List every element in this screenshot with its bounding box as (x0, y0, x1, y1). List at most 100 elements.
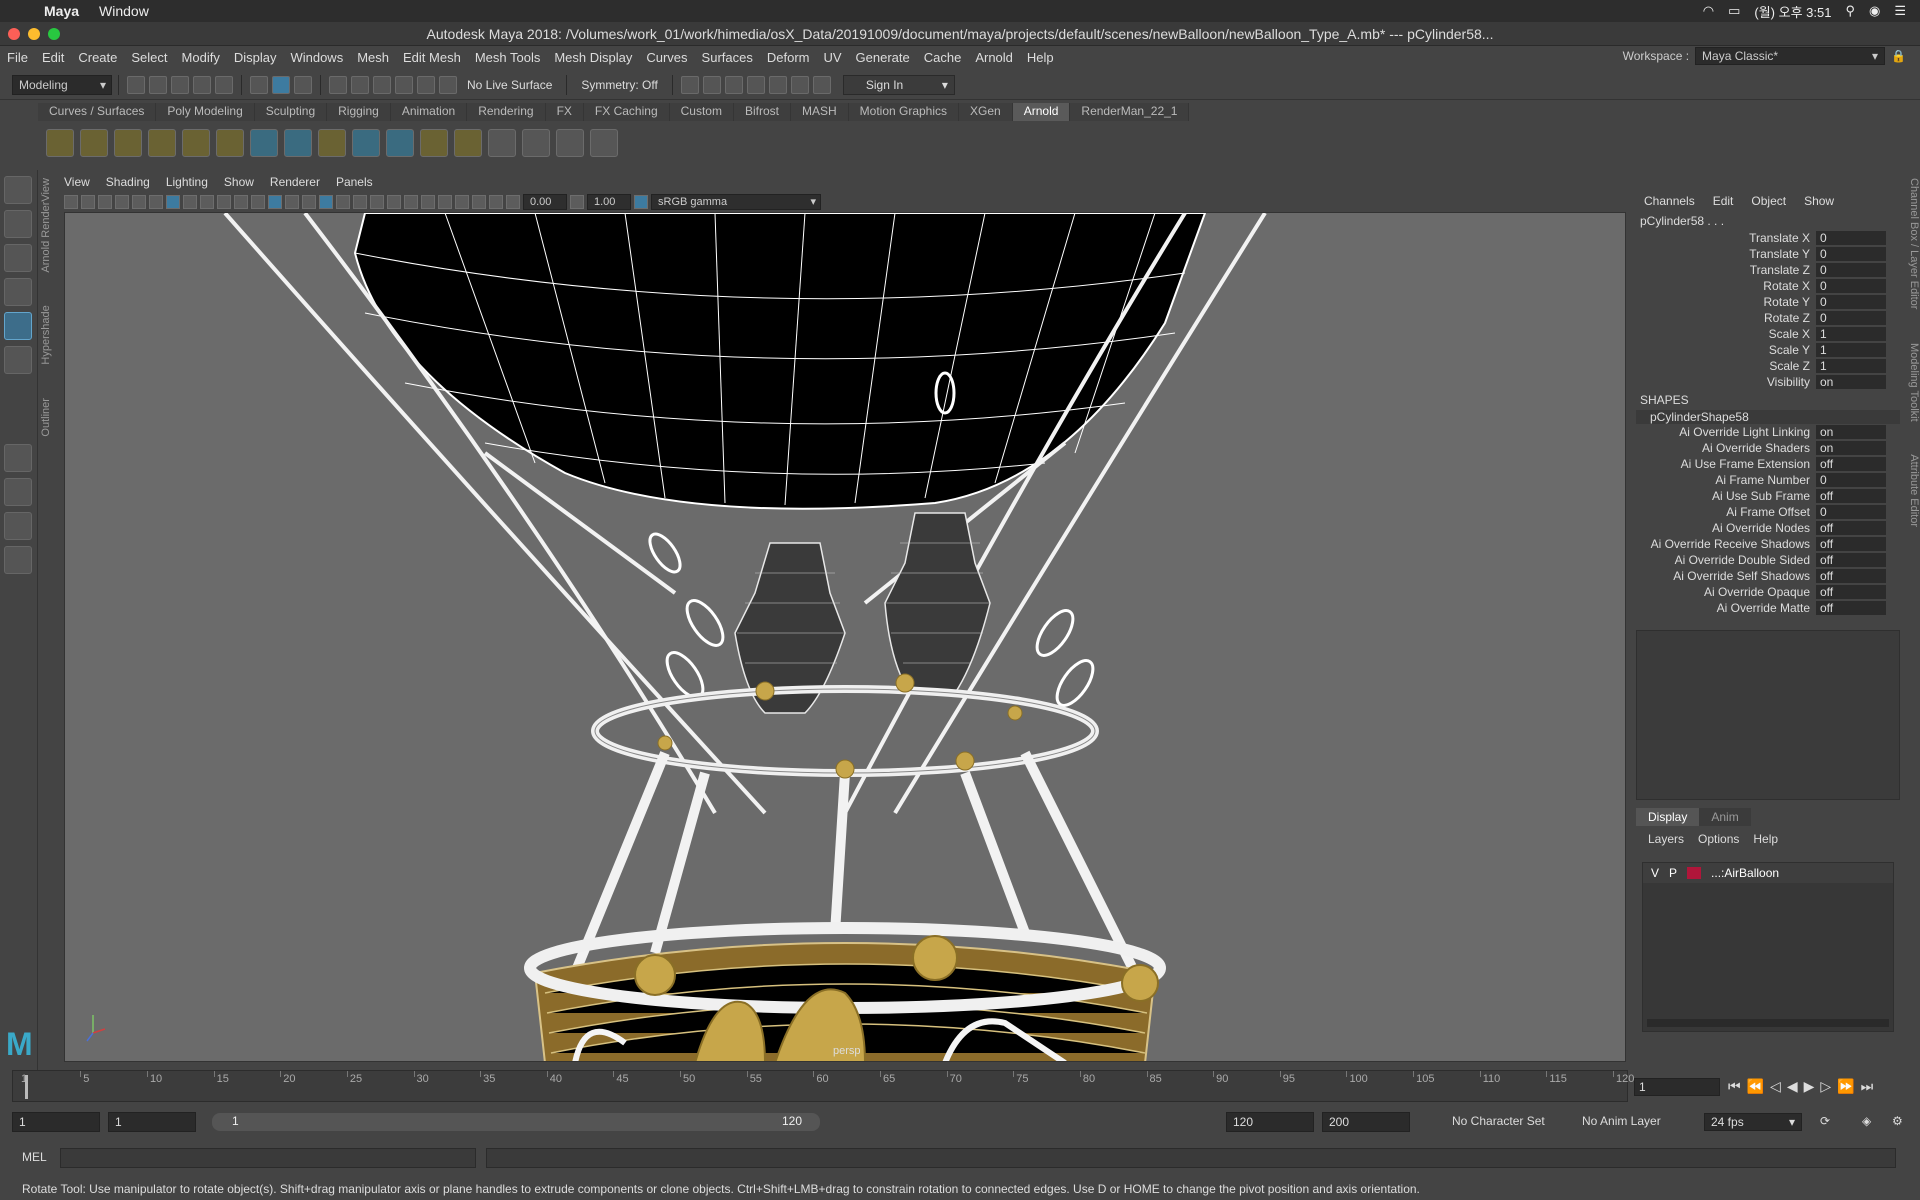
render-settings-icon[interactable] (746, 75, 765, 94)
export-standin-icon[interactable] (284, 129, 312, 157)
outliner-tab[interactable]: Outliner (40, 398, 52, 437)
arnold-renderview-tab[interactable]: Arnold RenderView (40, 178, 52, 273)
snap-grid-icon[interactable] (329, 75, 347, 94)
menu-windows[interactable]: Windows (283, 50, 350, 65)
view-transform-dropdown[interactable]: sRGB gamma (651, 194, 821, 210)
render-play-icon[interactable] (590, 129, 618, 157)
shelf-tab-mash[interactable]: MASH (790, 103, 849, 121)
workspace-dropdown[interactable]: Maya Classic* (1695, 47, 1886, 65)
menu-file[interactable]: File (0, 50, 35, 65)
layer-color-swatch[interactable] (1687, 867, 1702, 879)
menu-generate[interactable]: Generate (849, 50, 917, 65)
menu-deform[interactable]: Deform (760, 50, 817, 65)
layer-menu-help[interactable]: Help (1753, 832, 1778, 846)
mel-label[interactable]: MEL (22, 1150, 47, 1164)
wireframe-on-shaded-icon[interactable] (319, 195, 333, 209)
play-backwards-icon[interactable]: ◀ (1787, 1078, 1798, 1095)
four-view-icon[interactable] (4, 478, 32, 506)
layer-menu-layers[interactable]: Layers (1648, 832, 1684, 846)
menu-mesh-display[interactable]: Mesh Display (547, 50, 639, 65)
panel-menu-shading[interactable]: Shading (106, 175, 150, 191)
channel-value[interactable]: off (1816, 601, 1886, 615)
go-to-start-icon[interactable]: ⏮ (1728, 1078, 1741, 1095)
minimize-window-button[interactable] (28, 28, 40, 40)
anim-layer-dropdown[interactable]: No Anim Layer (1582, 1114, 1661, 1128)
cb-menu-edit[interactable]: Edit (1713, 194, 1734, 208)
lasso-tool-icon[interactable] (4, 210, 32, 238)
layer-row[interactable]: V P ...:AirBalloon (1643, 863, 1893, 883)
channel-value[interactable]: 0 (1816, 247, 1886, 261)
channel-value[interactable]: off (1816, 553, 1886, 567)
shelf-tab-animation[interactable]: Animation (390, 103, 468, 121)
scale-tool-icon[interactable] (4, 346, 32, 374)
light-manager-icon[interactable] (488, 129, 516, 157)
channel-row[interactable]: Rotate Y 0 (1636, 294, 1900, 310)
shelf-tab-custom[interactable]: Custom (669, 103, 734, 121)
save-scene-icon[interactable] (171, 75, 189, 94)
arnold-render-icon[interactable] (790, 75, 809, 94)
standin-icon[interactable] (250, 129, 278, 157)
tab-anim[interactable]: Anim (1699, 808, 1751, 826)
symmetry-dropdown[interactable]: Symmetry: Off (581, 78, 657, 92)
hypershade-icon[interactable] (768, 75, 787, 94)
channel-row[interactable]: Ai Use Frame Extension off (1636, 456, 1900, 472)
battery-icon[interactable]: ▭ (1728, 3, 1740, 19)
animation-start-field[interactable]: 1 (12, 1112, 100, 1132)
range-slider[interactable]: 1 120 (212, 1113, 820, 1131)
render-view-icon[interactable] (680, 75, 699, 94)
channel-row[interactable]: Scale Y 1 (1636, 342, 1900, 358)
channel-value[interactable]: off (1816, 537, 1886, 551)
anti-aliasing-icon[interactable] (421, 195, 435, 209)
shelf-tab-fx-caching[interactable]: FX Caching (583, 103, 670, 121)
channel-row[interactable]: Ai Override Nodes off (1636, 520, 1900, 536)
tab-display[interactable]: Display (1636, 808, 1700, 826)
modeling-toolkit-tab[interactable]: Modeling Toolkit (1908, 343, 1920, 422)
grease-pencil-icon[interactable] (149, 195, 163, 209)
2d-pan-icon[interactable] (132, 195, 146, 209)
channel-value[interactable]: 0 (1816, 263, 1886, 277)
zoom-window-button[interactable] (48, 28, 60, 40)
redo-icon[interactable] (215, 75, 233, 94)
channel-value[interactable]: 0 (1816, 231, 1886, 245)
shelf-tab-rigging[interactable]: Rigging (327, 103, 391, 121)
ipr-render-icon[interactable] (724, 75, 743, 94)
channel-value[interactable]: off (1816, 569, 1886, 583)
clock-label[interactable]: (월) 오후 3:51 (1754, 2, 1831, 21)
isolate-select-icon[interactable] (455, 195, 469, 209)
anim-prefs-icon[interactable]: ⚙ (1892, 1114, 1903, 1128)
new-scene-icon[interactable] (127, 75, 145, 94)
menu-edit[interactable]: Edit (35, 50, 71, 65)
menu-mesh[interactable]: Mesh (350, 50, 396, 65)
resolution-gate-icon[interactable] (200, 195, 214, 209)
channel-box-layer-editor-tab[interactable]: Channel Box / Layer Editor (1908, 178, 1920, 309)
flush-texture-icon[interactable] (386, 129, 414, 157)
shelf-tab-fx[interactable]: FX (545, 103, 584, 121)
image-plane-icon[interactable] (115, 195, 129, 209)
cb-menu-channels[interactable]: Channels (1644, 194, 1695, 208)
motion-blur-icon[interactable] (404, 195, 418, 209)
txmanager-icon[interactable] (420, 129, 448, 157)
panel-menu-lighting[interactable]: Lighting (166, 175, 208, 191)
select-component-icon[interactable] (294, 75, 312, 94)
mac-app-menu[interactable]: Maya (44, 3, 79, 19)
menu-help[interactable]: Help (1020, 50, 1061, 65)
select-object-icon[interactable] (272, 75, 290, 94)
photometric-light-icon[interactable] (114, 129, 142, 157)
menu-uv[interactable]: UV (816, 50, 848, 65)
channel-row[interactable]: Ai Override Double Sided off (1636, 552, 1900, 568)
menu-surfaces[interactable]: Surfaces (695, 50, 760, 65)
menu-cache[interactable]: Cache (917, 50, 969, 65)
shelf-tab-renderman[interactable]: RenderMan_22_1 (1070, 103, 1190, 121)
channel-value[interactable]: 1 (1816, 327, 1886, 341)
channel-value[interactable]: 1 (1816, 359, 1886, 373)
mac-window-menu[interactable]: Window (99, 3, 149, 19)
close-window-button[interactable] (8, 28, 20, 40)
exposure-icon[interactable] (506, 195, 520, 209)
channel-value[interactable]: 0 (1816, 505, 1886, 519)
channel-row[interactable]: Rotate X 0 (1636, 278, 1900, 294)
channel-value[interactable]: 0 (1816, 473, 1886, 487)
channel-value[interactable]: off (1816, 521, 1886, 535)
open-scene-icon[interactable] (149, 75, 167, 94)
channel-row[interactable]: Scale Z 1 (1636, 358, 1900, 374)
channel-value[interactable]: off (1816, 585, 1886, 599)
